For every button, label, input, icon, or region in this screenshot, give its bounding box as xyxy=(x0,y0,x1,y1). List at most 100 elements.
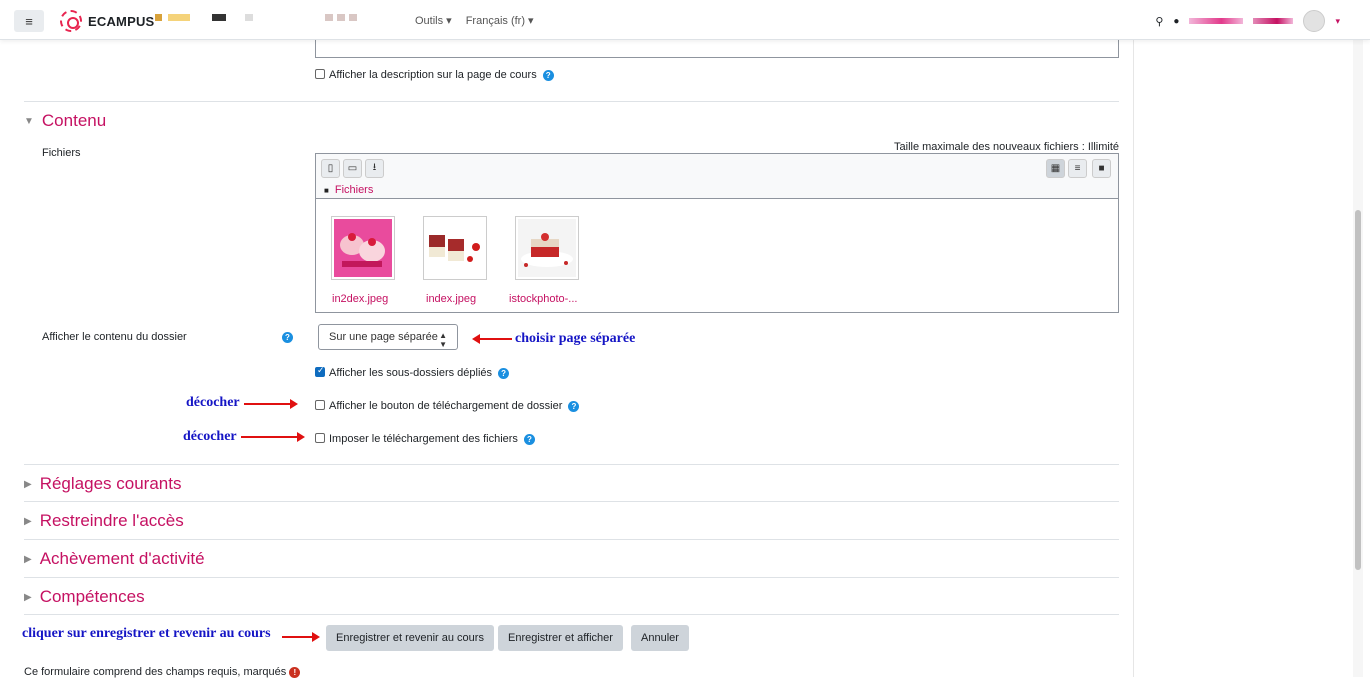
tools-menu[interactable]: Outils ▾ xyxy=(415,14,452,27)
breadcrumb[interactable]: ■ Fichiers xyxy=(324,184,373,196)
file-name[interactable]: in2dex.jpeg xyxy=(332,293,388,305)
section-contenu[interactable]: ▼ Contenu xyxy=(24,111,106,131)
chat-icon[interactable]: ● xyxy=(1173,16,1179,27)
file-thumbnail[interactable] xyxy=(515,216,579,280)
required-fields-note: Ce formulaire comprend des champs requis… xyxy=(24,666,301,678)
annotation-arrow xyxy=(241,432,305,442)
chevron-down-icon: ▼ xyxy=(24,116,34,127)
avatar[interactable] xyxy=(1303,10,1326,32)
annotation-arrow xyxy=(244,399,298,409)
brand-name: ECAMPUS xyxy=(88,13,155,29)
show-download-row: Afficher le bouton de téléchargement de … xyxy=(315,400,580,412)
blurred-nav-item xyxy=(325,14,359,21)
chevron-right-icon: ▶ xyxy=(24,516,32,527)
divider xyxy=(24,539,1119,540)
divider xyxy=(24,464,1119,465)
chevron-right-icon: ▶ xyxy=(24,479,32,490)
section-title: Achèvement d'activité xyxy=(39,549,205,568)
section-restreindre-acces[interactable]: ▶ Restreindre l'accès xyxy=(24,511,184,531)
show-description-label: Afficher la description sur la page de c… xyxy=(329,69,537,81)
files-label: Fichiers xyxy=(42,147,81,159)
show-subfolders-checkbox[interactable] xyxy=(315,365,325,377)
file-name[interactable]: index.jpeg xyxy=(426,293,476,305)
save-return-button[interactable]: Enregistrer et revenir au cours xyxy=(326,625,494,651)
image-thumbnail-icon xyxy=(426,219,484,277)
section-achevement[interactable]: ▶ Achèvement d'activité xyxy=(24,549,205,569)
help-icon[interactable]: ? xyxy=(542,70,554,81)
show-description-row: Afficher la description sur la page de c… xyxy=(315,69,554,81)
force-download-row: Imposer le téléchargement des fichiers? xyxy=(315,433,535,445)
file-name[interactable]: istockphoto-... xyxy=(509,293,577,305)
search-icon[interactable]: ⚲ xyxy=(1155,15,1163,28)
required-icon: ! xyxy=(289,667,301,678)
user-menu-caret[interactable]: ▾ xyxy=(1335,16,1340,27)
help-icon[interactable]: ? xyxy=(498,368,510,379)
image-thumbnail-icon xyxy=(518,219,576,277)
nav-menu: Outils ▾ Français (fr) ▾ xyxy=(415,14,534,27)
section-contenu-title: Contenu xyxy=(41,111,107,130)
scrollbar[interactable] xyxy=(1353,40,1363,677)
force-download-checkbox[interactable] xyxy=(315,433,325,443)
chevron-right-icon: ▶ xyxy=(24,554,32,565)
display-content-label: Afficher le contenu du dossier xyxy=(42,331,187,343)
chevron-up-down-icon: ▲ ▼ xyxy=(439,331,447,349)
section-title: Restreindre l'accès xyxy=(39,511,184,530)
brand[interactable]: ECAMPUS xyxy=(60,10,154,32)
file-manager: ▯ ▭ ⭳ ▦ ≡ ■ ■ Fichiers in2dex.jpeg index.… xyxy=(315,153,1119,313)
help-icon[interactable]: ? xyxy=(568,401,580,412)
show-download-checkbox[interactable] xyxy=(315,400,325,410)
show-description-checkbox[interactable] xyxy=(315,69,325,79)
annotation-click-save: cliquer sur enregistrer et revenir au co… xyxy=(22,626,271,641)
display-content-select[interactable]: Sur une page séparée ▲ ▼ xyxy=(318,324,458,350)
section-title: Compétences xyxy=(39,587,145,606)
divider xyxy=(24,614,1119,615)
add-file-icon[interactable]: ▯ xyxy=(321,159,340,178)
blurred-user-name xyxy=(1253,18,1294,24)
download-icon[interactable]: ⭳ xyxy=(365,159,384,178)
section-competences[interactable]: ▶ Compétences xyxy=(24,587,145,607)
scroll-thumb[interactable] xyxy=(1355,210,1361,570)
blurred-nav-item xyxy=(168,14,190,21)
show-subfolders-row: Afficher les sous-dossiers dépliés? xyxy=(315,365,510,379)
blurred-nav-item xyxy=(245,14,253,21)
blurred-nav-item xyxy=(212,14,226,21)
annotation-arrow xyxy=(472,334,512,344)
drawer-divider xyxy=(1133,40,1134,677)
help-icon[interactable]: ? xyxy=(282,332,293,343)
image-thumbnail-icon xyxy=(334,219,392,277)
force-download-label: Imposer le téléchargement des fichiers xyxy=(329,433,518,445)
tree-view-icon[interactable]: ■ xyxy=(1092,159,1111,178)
top-navbar: ≡ ECAMPUS Outils ▾ Français (fr) ▾ ⚲ ● ▾ xyxy=(0,0,1370,40)
list-view-icon[interactable]: ≡ xyxy=(1068,159,1087,178)
divider xyxy=(24,577,1119,578)
show-download-label: Afficher le bouton de téléchargement de … xyxy=(329,400,563,412)
language-menu[interactable]: Français (fr) ▾ xyxy=(466,14,534,27)
blurred-user-info xyxy=(1189,18,1244,24)
annotation-uncheck: décocher xyxy=(186,395,240,410)
annotation-choose-page: choisir page séparée xyxy=(515,331,636,346)
breadcrumb-folder: Fichiers xyxy=(334,184,374,196)
description-textarea[interactable] xyxy=(315,40,1119,58)
section-title: Réglages courants xyxy=(39,474,182,493)
ecampus-logo-icon xyxy=(60,10,82,32)
annotation-uncheck: décocher xyxy=(183,429,237,444)
grid-view-icon[interactable]: ▦ xyxy=(1046,159,1065,178)
file-thumbnail[interactable] xyxy=(423,216,487,280)
hamburger-icon[interactable]: ≡ xyxy=(14,10,44,32)
save-display-button[interactable]: Enregistrer et afficher xyxy=(498,625,623,651)
blurred-nav-item xyxy=(155,14,162,21)
folder-icon: ■ xyxy=(324,186,329,195)
create-folder-icon[interactable]: ▭ xyxy=(343,159,362,178)
annotation-arrow xyxy=(282,632,320,642)
required-fields-text: Ce formulaire comprend des champs requis… xyxy=(24,666,287,678)
max-size-text: Taille maximale des nouveaux fichiers : … xyxy=(894,141,1119,153)
chevron-right-icon: ▶ xyxy=(24,592,32,603)
section-reglages-courants[interactable]: ▶ Réglages courants xyxy=(24,474,181,494)
file-manager-toolbar: ▯ ▭ ⭳ ▦ ≡ ■ ■ Fichiers xyxy=(316,154,1118,199)
help-icon[interactable]: ? xyxy=(523,434,535,445)
show-subfolders-label: Afficher les sous-dossiers dépliés xyxy=(329,367,493,379)
cancel-button[interactable]: Annuler xyxy=(631,625,689,651)
file-thumbnail[interactable] xyxy=(331,216,395,280)
nav-right: ⚲ ● ▾ xyxy=(1155,10,1340,32)
divider xyxy=(24,501,1119,502)
